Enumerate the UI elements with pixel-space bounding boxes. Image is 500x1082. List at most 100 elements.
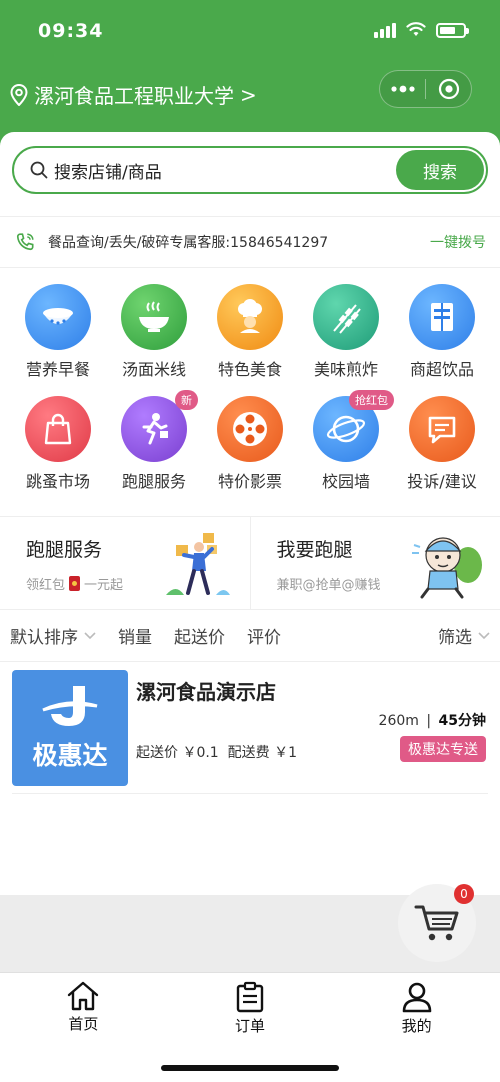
one-click-dial-link[interactable]: 一键拨号 — [430, 232, 486, 252]
location-name: 漯河食品工程职业大学 — [34, 84, 234, 108]
delivery-runner-illustration — [165, 533, 230, 595]
home-icon — [68, 981, 99, 1011]
category-label: 特价影票 — [217, 472, 282, 491]
chevron-down-icon — [478, 631, 490, 639]
store-logo: 极惠达 — [12, 670, 128, 786]
sort-min-order[interactable]: 起送价 — [174, 623, 225, 648]
search-input[interactable]: 搜索店铺/商品 — [54, 158, 162, 183]
category-flea-market[interactable]: 跳蚤市场 — [16, 396, 100, 492]
battery-icon — [436, 22, 469, 38]
filter-label: 筛选 — [438, 628, 472, 648]
search-icon — [30, 161, 48, 179]
home-indicator — [161, 1065, 339, 1071]
sort-rating[interactable]: 评价 — [247, 623, 281, 648]
category-label: 校园墙 — [321, 472, 370, 491]
location-pin-icon — [10, 83, 28, 106]
shopping-bag-icon — [25, 396, 91, 462]
phone-icon — [16, 233, 34, 251]
red-packet-icon — [69, 576, 81, 591]
store-delivery-time: 45分钟 — [438, 713, 486, 729]
store-list-item[interactable]: 极惠达 漯河食品演示店 260m | 45分钟 起送价 ￥0.1 配送费 ￥1 … — [12, 670, 488, 794]
sort-label: 默认排序 — [10, 628, 78, 648]
close-miniprogram-button[interactable] — [426, 71, 471, 107]
store-logo-text: 极惠达 — [32, 741, 108, 770]
category-grid: 营养早餐 汤面米线 特色美食 美味煎炸 商超饮品 跳蚤市场 新 跑腿服务 特价影… — [0, 284, 500, 492]
wifi-icon — [406, 22, 426, 36]
tab-label: 首页 — [68, 1015, 99, 1033]
miniprogram-capsule — [379, 70, 472, 108]
tab-orders[interactable]: 订单 — [167, 973, 334, 1036]
become-runner-card[interactable]: 我要跑腿 兼职@抢单@赚钱 — [249, 517, 500, 609]
film-reel-icon — [217, 396, 283, 462]
store-delivery-meta: 260m | 45分钟 — [379, 710, 486, 730]
category-noodles[interactable]: 汤面米线 — [112, 284, 196, 380]
user-icon — [402, 982, 431, 1013]
main-content: 搜索店铺/商品 搜索 餐品查询/丢失/破碎专属客服:15846541297 一键… — [0, 132, 500, 895]
category-breakfast[interactable]: 营养早餐 — [16, 284, 100, 380]
category-label: 特色美食 — [217, 360, 282, 379]
chef-icon — [217, 284, 283, 350]
red-packet-badge: 抢红包 — [349, 390, 394, 410]
filter-button[interactable]: 筛选 — [438, 623, 490, 648]
chat-bubble-icon — [409, 396, 475, 462]
cart-button[interactable]: 0 — [398, 884, 476, 962]
category-specialty[interactable]: 特色美食 — [208, 284, 292, 380]
category-label: 跑腿服务 — [121, 472, 186, 491]
courier-cartoon-illustration — [412, 537, 482, 599]
category-errand[interactable]: 新 跑腿服务 — [112, 390, 198, 492]
tab-profile[interactable]: 我的 — [333, 973, 500, 1036]
errand-service-card[interactable]: 跑腿服务 领红包 一元起 — [0, 517, 250, 609]
skewer-icon — [313, 284, 379, 350]
store-distance: 260m — [378, 713, 419, 729]
status-time: 09:34 — [38, 20, 104, 42]
category-label: 营养早餐 — [25, 360, 90, 379]
category-label: 跳蚤市场 — [25, 472, 90, 491]
category-label: 汤面米线 — [121, 360, 186, 379]
hotline-text: 餐品查询/丢失/破碎专属客服:15846541297 — [48, 235, 329, 251]
tab-label: 我的 — [401, 1017, 432, 1035]
tab-home[interactable]: 首页 — [0, 973, 167, 1036]
category-movie-tickets[interactable]: 特价影票 — [208, 396, 292, 492]
category-row: 跳蚤市场 新 跑腿服务 特价影票 抢红包 校园墙 投诉/建议 — [0, 390, 500, 492]
promo-cards: 跑腿服务 领红包 一元起 我要跑腿 兼职@抢单@赚钱 — [0, 516, 500, 610]
category-campus-wall[interactable]: 抢红包 校园墙 — [304, 390, 394, 492]
cart-count-badge: 0 — [454, 884, 474, 904]
shopping-cart-icon — [414, 905, 459, 941]
delivery-tag: 极惠达专送 — [400, 736, 486, 762]
category-label: 投诉/建议 — [407, 472, 477, 491]
category-feedback[interactable]: 投诉/建议 — [400, 396, 484, 492]
store-fees: 起送价 ￥0.1 配送费 ￥1 — [136, 745, 297, 761]
meta-separator: | — [426, 713, 432, 729]
status-bar: 09:34 — [0, 0, 500, 62]
category-supermarket[interactable]: 商超饮品 — [400, 284, 484, 380]
customer-service-bar: 餐品查询/丢失/破碎专属客服:15846541297 一键拨号 — [0, 216, 500, 268]
category-label: 商超饮品 — [409, 360, 474, 379]
more-dots-icon — [390, 85, 415, 93]
promo-subtitle-right: 一元起 — [84, 578, 124, 593]
target-close-icon — [438, 78, 459, 100]
store-icon — [409, 284, 475, 350]
new-badge: 新 — [175, 390, 198, 410]
search-bar[interactable]: 搜索店铺/商品 搜索 — [12, 146, 488, 194]
tab-label: 订单 — [235, 1017, 266, 1035]
breakfast-bowl-icon — [25, 284, 91, 350]
noodle-bowl-icon — [121, 284, 187, 350]
chevron-right-icon: > — [240, 82, 257, 107]
clipboard-icon — [236, 981, 264, 1013]
category-label: 美味煎炸 — [313, 360, 378, 379]
more-menu-button[interactable] — [380, 71, 425, 107]
category-row: 营养早餐 汤面米线 特色美食 美味煎炸 商超饮品 — [0, 284, 500, 380]
status-icons — [374, 22, 469, 38]
location-selector[interactable]: 漯河食品工程职业大学 > — [10, 80, 257, 109]
cellular-signal-icon — [374, 22, 396, 38]
promo-subtitle-left: 领红包 — [26, 578, 66, 593]
app-header: 09:34 漯河食品工程职业大学 > — [0, 0, 500, 150]
chevron-down-icon — [84, 631, 96, 639]
category-fried[interactable]: 美味煎炸 — [304, 284, 388, 380]
search-button[interactable]: 搜索 — [396, 150, 484, 190]
sort-bar: 默认排序 销量 起送价 评价 筛选 — [0, 610, 500, 662]
store-name: 漯河食品演示店 — [136, 680, 276, 704]
jihuida-logo-icon — [42, 686, 98, 726]
sort-default[interactable]: 默认排序 — [10, 623, 96, 648]
sort-sales[interactable]: 销量 — [118, 623, 152, 648]
